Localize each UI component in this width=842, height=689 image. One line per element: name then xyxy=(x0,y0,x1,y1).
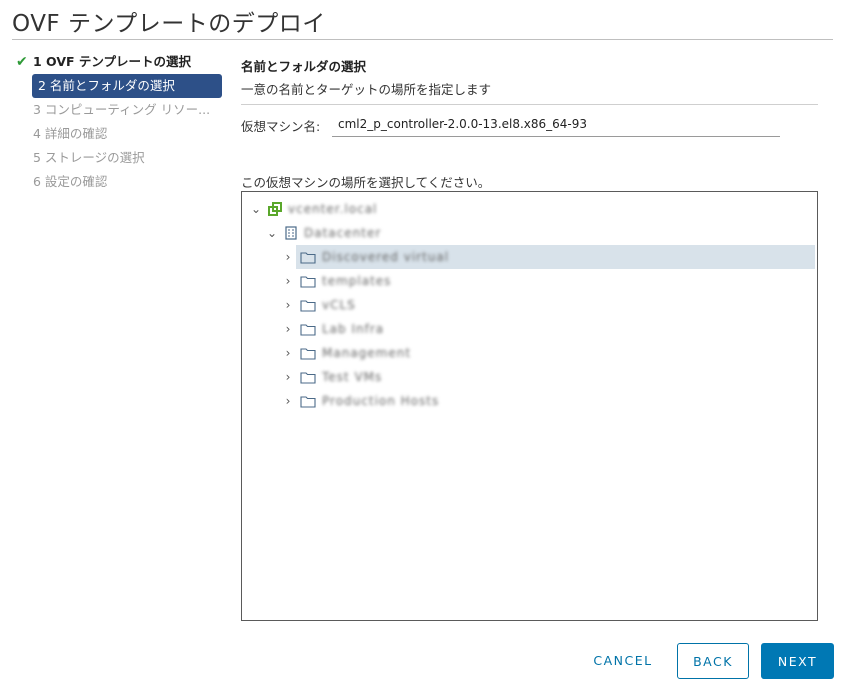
step-3-label: 3 コンピューティング リソー... xyxy=(33,102,211,117)
chevron-right-icon[interactable]: › xyxy=(282,371,294,383)
tree-node-label: templates xyxy=(322,274,392,288)
tree-node-label: Test VMs xyxy=(322,370,383,384)
chevron-right-icon[interactable]: › xyxy=(282,299,294,311)
tree-node-folder[interactable]: › Production Hosts xyxy=(282,389,439,413)
vm-name-input[interactable] xyxy=(332,112,780,137)
folder-icon xyxy=(300,347,316,360)
chevron-right-icon[interactable]: › xyxy=(282,395,294,407)
step-6-label: 6 設定の確認 xyxy=(33,174,108,189)
folder-icon xyxy=(300,275,316,288)
step-6: 6 設定の確認 xyxy=(12,170,224,194)
section-description: 一意の名前とターゲットの場所を指定します xyxy=(241,82,492,97)
step-1[interactable]: ✔ 1 OVF テンプレートの選択 xyxy=(12,50,224,74)
check-icon: ✔ xyxy=(16,54,28,70)
back-button[interactable]: BACK xyxy=(677,643,749,679)
chevron-down-icon[interactable]: ⌄ xyxy=(266,227,278,239)
wizard-steps: ✔ 1 OVF テンプレートの選択 2 名前とフォルダの選択 3 コンピューティ… xyxy=(12,50,224,194)
chevron-right-icon[interactable]: › xyxy=(282,347,294,359)
cancel-button[interactable]: CANCEL xyxy=(586,643,660,677)
location-tree[interactable]: ⌄ vcenter.local ⌄ Datacenter › Discovere… xyxy=(241,191,818,621)
step-1-label: 1 OVF テンプレートの選択 xyxy=(33,54,192,69)
location-label: この仮想マシンの場所を選択してください。 xyxy=(241,175,491,190)
datacenter-icon xyxy=(285,226,297,240)
tree-node-folder[interactable]: › templates xyxy=(282,269,391,293)
step-5-label: 5 ストレージの選択 xyxy=(33,150,145,165)
step-2[interactable]: 2 名前とフォルダの選択 xyxy=(32,74,222,98)
tree-node-datacenter[interactable]: ⌄ Datacenter xyxy=(266,221,381,245)
folder-icon xyxy=(300,251,316,264)
step-4: 4 詳細の確認 xyxy=(12,122,224,146)
chevron-right-icon[interactable]: › xyxy=(282,251,294,263)
section-divider xyxy=(241,104,818,105)
tree-node-label: Datacenter xyxy=(304,226,382,240)
section-header: 名前とフォルダの選択 一意の名前とターゲットの場所を指定します xyxy=(241,56,818,105)
step-3: 3 コンピューティング リソー... xyxy=(12,98,224,122)
vm-name-label: 仮想マシン名: xyxy=(241,119,321,134)
folder-icon xyxy=(300,395,316,408)
next-button[interactable]: NEXT xyxy=(761,643,834,679)
chevron-right-icon[interactable]: › xyxy=(282,323,294,335)
tree-node-label: vCLS xyxy=(322,298,356,312)
tree-node-folder[interactable]: › Management xyxy=(282,341,411,365)
tree-node-label: Discovered virtual xyxy=(322,250,450,264)
title-divider xyxy=(12,39,833,40)
step-4-label: 4 詳細の確認 xyxy=(33,126,108,141)
step-2-label: 2 名前とフォルダの選択 xyxy=(38,78,175,93)
folder-icon xyxy=(300,371,316,384)
folder-icon xyxy=(300,299,316,312)
tree-node-label: Management xyxy=(322,346,412,360)
vcenter-icon xyxy=(268,202,282,216)
tree-node-folder[interactable]: › Discovered virtual xyxy=(282,245,449,269)
tree-node-root[interactable]: ⌄ vcenter.local xyxy=(250,197,377,221)
section-title: 名前とフォルダの選択 xyxy=(241,59,367,74)
tree-node-label: Production Hosts xyxy=(322,394,440,408)
chevron-right-icon[interactable]: › xyxy=(282,275,294,287)
dialog-title: OVF テンプレートのデプロイ xyxy=(12,11,326,37)
step-5: 5 ストレージの選択 xyxy=(12,146,224,170)
folder-icon xyxy=(300,323,316,336)
tree-node-label: Lab Infra xyxy=(322,322,385,336)
tree-node-folder[interactable]: › vCLS xyxy=(282,293,356,317)
chevron-down-icon[interactable]: ⌄ xyxy=(250,203,262,215)
tree-node-label: vcenter.local xyxy=(288,202,378,216)
tree-node-folder[interactable]: › Test VMs xyxy=(282,365,382,389)
tree-node-folder[interactable]: › Lab Infra xyxy=(282,317,384,341)
